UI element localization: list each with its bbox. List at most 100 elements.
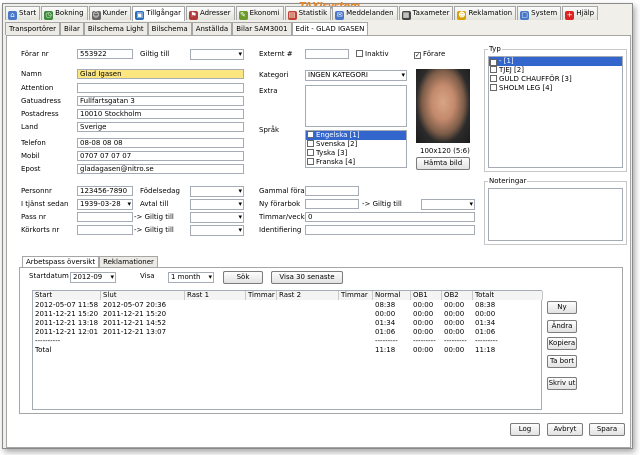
table-row[interactable]: Total 11:18 00:00 00:00 11:18 [33,346,541,355]
forare-check-box[interactable]: ✓ [414,52,421,59]
kategori-select[interactable]: INGEN KATEGORI [305,70,407,81]
side-button-1[interactable]: Ändra [547,320,577,333]
main-tab-adresser[interactable]: ⚑ Adresser [185,6,235,20]
table-header[interactable]: Timmar [339,291,373,300]
avbryt-button[interactable]: Avbryt [547,423,583,436]
main-tab-meddelanden[interactable]: ✉ Meddelanden [332,6,398,20]
korkort-giltig-select[interactable] [190,225,244,236]
side-button-2[interactable]: Kopiera [547,337,577,350]
pass-field[interactable] [77,212,133,222]
typ-item[interactable]: ✓ - [1] [489,57,622,66]
land-field[interactable]: Sverige [77,122,244,132]
main-tab-taxameter[interactable]: ▦ Taxameter [398,6,454,20]
visa-30-button[interactable]: Visa 30 senaste [271,271,343,284]
hamta-bild-button[interactable]: Hämta bild [416,157,470,170]
log-button[interactable]: Log [510,423,540,436]
main-tab-statistik[interactable]: ▤ Statistik [284,6,332,20]
table-header[interactable]: Totalt [473,291,543,300]
typ-check-box[interactable]: ✓ [490,59,497,66]
table-header[interactable]: OB2 [442,291,473,300]
postadress-field[interactable]: 10010 Stockholm [77,109,244,119]
side-button-3[interactable]: Ta bort [547,355,577,368]
main-tab-reklamation[interactable]: ☻ Reklamation [454,6,517,20]
avtal-select[interactable] [190,199,244,210]
sprak-item[interactable]: Tyska [3] [306,149,406,158]
visa-select[interactable]: 1 month [168,272,214,283]
sub-tab-3[interactable]: Bilschema [147,22,192,35]
main-tab-system[interactable]: ▢ System [517,6,562,20]
namn-field[interactable]: Glad Igasen [77,69,244,79]
sub-tab-5[interactable]: Bilar SAM3001 [232,22,292,35]
typ-check-box[interactable] [490,66,497,73]
table-header[interactable]: Timmar [246,291,277,300]
i-tjanst-select[interactable]: 1939-03-28 [77,199,133,210]
sub-tab-1[interactable]: Bilar [60,22,84,35]
table-header[interactable]: OB1 [411,291,442,300]
table-header[interactable]: Normal [373,291,411,300]
sprak-check-box[interactable] [307,140,314,147]
typ-item[interactable]: GULD CHAUFFÖR [3] [489,75,622,84]
table-row[interactable]: 2011-12-21 12:01 2011-12-21 13:07 01:06 00:… [33,328,541,337]
sprak-check-box[interactable] [307,149,314,156]
identifiering-field[interactable] [305,225,475,235]
sub-tab-6[interactable]: Edit - GLAD IGASEN [291,22,369,35]
table-header[interactable]: Rast 2 [277,291,339,300]
bottom-tab-1[interactable]: Reklamationer [99,256,158,267]
sub-tab-0[interactable]: Transportörer [5,22,61,35]
sprak-check-box[interactable] [307,131,314,138]
gammal-forarbok-field[interactable] [305,186,359,196]
main-tab-start[interactable]: ⌂ Start [5,6,41,20]
inaktiv-checkbox[interactable]: Inaktiv [356,50,389,58]
attention-field[interactable] [77,83,244,93]
epost-field[interactable]: gladagasen@nitro.se [77,164,244,174]
sub-tab-4[interactable]: Anställda [191,22,233,35]
ny-forarbok-field[interactable] [305,199,359,209]
main-tab-bokning[interactable]: ◷ Bokning [41,6,88,20]
spara-button[interactable]: Spara [589,423,625,436]
table-header[interactable]: Slut [101,291,185,300]
bottom-tab-0[interactable]: Arbetspass översikt [22,256,100,267]
mobil-field[interactable]: 0707 07 07 07 [77,151,244,161]
main-tab-kunder[interactable]: ☺ Kunder [88,6,132,20]
side-button-4[interactable]: Skriv ut [547,377,577,390]
table-row[interactable]: 2011-12-21 13:18 2011-12-21 14:52 01:34 00:… [33,319,541,328]
typ-check-box[interactable] [490,75,497,82]
sprak-item[interactable]: Engelska [1] [306,131,406,140]
inaktiv-check-box[interactable] [356,50,363,57]
table-header[interactable]: Rast 1 [185,291,246,300]
typ-check-box[interactable] [490,84,497,91]
table-row[interactable]: 2012-05-07 11:58 2012-05-07 20:36 08:38 00:… [33,301,541,310]
gatuadress-field[interactable]: Fullfartsgatan 3 [77,96,244,106]
giltig-till-select[interactable] [190,49,244,60]
sprak-item[interactable]: Franska [4] [306,158,406,167]
pass-giltig-select[interactable] [190,212,244,223]
sok-button[interactable]: Sök [223,271,263,284]
sprak-list[interactable]: Engelska [1] Svenska [2] Tyska [3] Franska … [305,130,407,168]
table-row[interactable]: ---------- --------- --------- --------- ---… [33,337,541,346]
table-header[interactable]: Start [33,291,101,300]
side-button-0[interactable]: Ny [547,301,577,314]
main-tab-hjälp[interactable]: + Hjälp [562,6,599,20]
noteringar-textarea[interactable] [488,188,623,241]
extra-textarea[interactable] [305,85,407,127]
main-tab-ekonomi[interactable]: ✎ Ekonomi [235,6,284,20]
typ-list[interactable]: ✓ - [1] TJEJ [2] GULD CHAUFFÖR [3] SHOLM LEG… [488,56,623,168]
personnr-field[interactable]: 123456-7890 [77,186,133,196]
startdatum-select[interactable]: 2012-09 [70,272,116,283]
timmar-field[interactable]: 0 [305,212,475,222]
sub-tab-2[interactable]: Bilschema Light [83,22,148,35]
externt-field[interactable] [305,49,349,59]
forar-nr-field[interactable]: 553922 [77,49,133,59]
typ-item[interactable]: SHOLM LEG [4] [489,84,622,93]
table-row[interactable]: 2011-12-21 15:20 2011-12-21 15:20 00:00 00:… [33,310,541,319]
telefon-field[interactable]: 08-08 08 08 [77,138,244,148]
sprak-check-box[interactable] [307,158,314,165]
ny-giltig-select[interactable] [421,199,475,210]
sprak-item[interactable]: Svenska [2] [306,140,406,149]
typ-item[interactable]: TJEJ [2] [489,66,622,75]
main-tab-tillgångar[interactable]: ▣ Tillgångar [132,6,185,21]
forare-checkbox[interactable]: ✓ Förare [414,50,445,59]
fodelsedag-select[interactable] [190,186,244,197]
korkort-field[interactable] [77,225,133,235]
arbetspass-table[interactable]: Start Slut Rast 1 Timmar Rast 2 Timmar Normal O… [32,290,543,410]
